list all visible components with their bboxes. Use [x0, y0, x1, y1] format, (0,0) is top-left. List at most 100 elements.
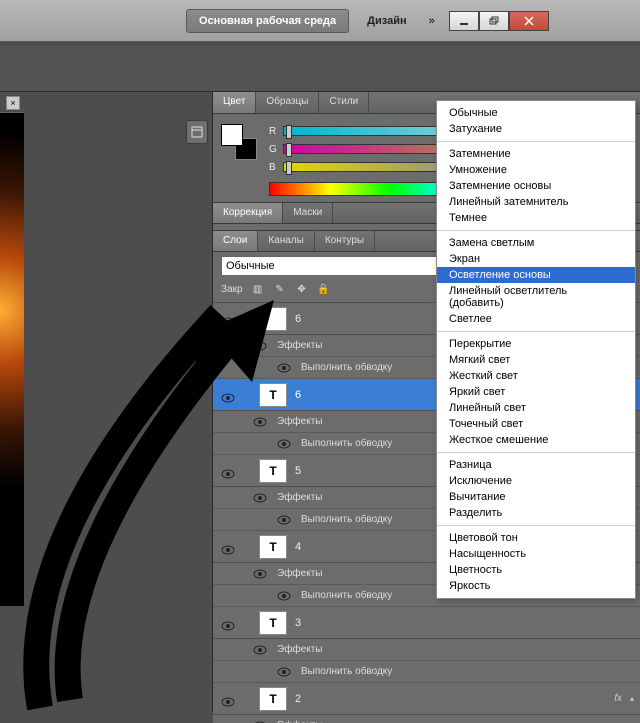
blend-mode-item[interactable]: Светлее: [437, 311, 635, 327]
document-close-button[interactable]: ×: [6, 96, 20, 110]
window-close-button[interactable]: [509, 11, 549, 31]
visibility-eye-icon[interactable]: [221, 466, 235, 476]
collapsed-panel-icon[interactable]: [186, 120, 208, 144]
layer-name: 2: [295, 693, 301, 705]
blend-mode-item[interactable]: Насыщенность: [437, 546, 635, 562]
layer-name: 3: [295, 617, 301, 629]
blend-mode-item[interactable]: Точечный свет: [437, 416, 635, 432]
blend-mode-item[interactable]: Обычные: [437, 105, 635, 121]
blend-mode-item[interactable]: Затухание: [437, 121, 635, 137]
blend-mode-item[interactable]: Жесткое смешение: [437, 432, 635, 448]
tab-swatches[interactable]: Образцы: [256, 92, 319, 113]
visibility-eye-icon[interactable]: [221, 314, 235, 324]
window-minimize-button[interactable]: [449, 11, 479, 31]
blend-mode-item[interactable]: Разница: [437, 457, 635, 473]
stroke-label: Выполнить обводку: [301, 590, 392, 601]
layer-thumbnail[interactable]: T: [259, 611, 287, 635]
stroke-label: Выполнить обводку: [301, 666, 392, 677]
tab-paths[interactable]: Контуры: [315, 231, 375, 251]
visibility-eye-icon[interactable]: [253, 645, 267, 655]
tab-layers[interactable]: Слои: [213, 231, 258, 251]
visibility-eye-icon[interactable]: [253, 341, 267, 351]
tab-masks[interactable]: Маски: [283, 203, 333, 223]
visibility-eye-icon[interactable]: [253, 569, 267, 579]
workspace-button[interactable]: Основная рабочая среда: [186, 9, 349, 33]
effects-label: Эффекты: [277, 492, 322, 503]
visibility-eye-icon[interactable]: [277, 667, 291, 677]
layer-thumbnail[interactable]: T: [259, 459, 287, 483]
tab-channels[interactable]: Каналы: [258, 231, 315, 251]
layer-thumbnail[interactable]: T: [259, 687, 287, 711]
design-button[interactable]: Дизайн: [353, 15, 420, 27]
visibility-eye-icon[interactable]: [253, 417, 267, 427]
stroke-label: Выполнить обводку: [301, 362, 392, 373]
tab-color[interactable]: Цвет: [213, 92, 256, 113]
visibility-eye-icon[interactable]: [277, 591, 291, 601]
blend-mode-value: Обычные: [226, 260, 275, 272]
blend-mode-item[interactable]: Линейный свет: [437, 400, 635, 416]
layer-thumbnail[interactable]: T: [259, 535, 287, 559]
visibility-eye-icon[interactable]: [277, 363, 291, 373]
blend-mode-item[interactable]: Исключение: [437, 473, 635, 489]
layer-thumbnail[interactable]: T: [259, 383, 287, 407]
layer-row[interactable]: T2 fx ▴: [213, 683, 640, 715]
blend-mode-item[interactable]: Яркость: [437, 578, 635, 594]
blend-mode-item[interactable]: Яркий свет: [437, 384, 635, 400]
blend-mode-item[interactable]: Экран: [437, 251, 635, 267]
blend-mode-item[interactable]: Перекрытие: [437, 336, 635, 352]
b-label: B: [269, 162, 283, 173]
visibility-eye-icon[interactable]: [221, 618, 235, 628]
blend-mode-item[interactable]: Замена светлым: [437, 235, 635, 251]
r-label: R: [269, 126, 283, 137]
layer-effects-row[interactable]: Эффекты: [213, 715, 640, 723]
blend-mode-item[interactable]: Цветовой тон: [437, 530, 635, 546]
visibility-eye-icon[interactable]: [221, 694, 235, 704]
stroke-label: Выполнить обводку: [301, 438, 392, 449]
layer-effects-row[interactable]: Эффекты: [213, 639, 640, 661]
blend-mode-item[interactable]: Линейный затемнитель: [437, 194, 635, 210]
top-toolbar: Основная рабочая среда Дизайн »: [0, 0, 640, 42]
tab-styles[interactable]: Стили: [319, 92, 369, 113]
layer-effect-stroke-row[interactable]: Выполнить обводку: [213, 661, 640, 683]
blend-mode-item[interactable]: Разделить: [437, 505, 635, 521]
visibility-eye-icon[interactable]: [221, 390, 235, 400]
fx-badge[interactable]: fx: [614, 693, 622, 704]
layer-row[interactable]: T3: [213, 607, 640, 639]
layer-name: 6: [295, 313, 301, 325]
lock-pixels-icon[interactable]: ✎: [273, 282, 287, 296]
lock-position-icon[interactable]: ✥: [295, 282, 309, 296]
blend-mode-item[interactable]: Затемнение: [437, 146, 635, 162]
effects-label: Эффекты: [277, 644, 322, 655]
canvas-area: [0, 112, 24, 606]
effects-label: Эффекты: [277, 568, 322, 579]
expand-chevron-icon[interactable]: »: [421, 15, 443, 27]
blend-mode-item[interactable]: Мягкий свет: [437, 352, 635, 368]
visibility-eye-icon[interactable]: [277, 439, 291, 449]
blend-mode-item[interactable]: Цветность: [437, 562, 635, 578]
stroke-label: Выполнить обводку: [301, 514, 392, 525]
lock-transparency-icon[interactable]: ▥: [251, 282, 265, 296]
visibility-eye-icon[interactable]: [277, 515, 291, 525]
lock-label: Закр: [221, 284, 243, 295]
blend-mode-item[interactable]: Вычитание: [437, 489, 635, 505]
tab-correction[interactable]: Коррекция: [213, 203, 283, 223]
blend-mode-item[interactable]: Темнее: [437, 210, 635, 226]
g-label: G: [269, 144, 283, 155]
blend-mode-item[interactable]: Умножение: [437, 162, 635, 178]
blend-mode-item[interactable]: Линейный осветлитель (добавить): [437, 283, 635, 311]
visibility-eye-icon[interactable]: [253, 493, 267, 503]
effects-label: Эффекты: [277, 416, 322, 427]
lock-all-icon[interactable]: 🔒: [317, 282, 331, 296]
layer-name: 4: [295, 541, 301, 553]
window-restore-button[interactable]: [479, 11, 509, 31]
blend-mode-item[interactable]: Жесткий свет: [437, 368, 635, 384]
blend-mode-item[interactable]: Осветление основы: [437, 267, 635, 283]
foreground-color-swatch[interactable]: [221, 124, 243, 146]
collapse-icon[interactable]: ▴: [630, 694, 634, 703]
layer-thumbnail[interactable]: [259, 307, 287, 331]
blend-mode-menu: ОбычныеЗатухание ЗатемнениеУмножениеЗатем…: [436, 100, 636, 599]
visibility-eye-icon[interactable]: [221, 542, 235, 552]
effects-label: Эффекты: [277, 340, 322, 351]
fg-bg-swatches[interactable]: [221, 124, 257, 160]
blend-mode-item[interactable]: Затемнение основы: [437, 178, 635, 194]
